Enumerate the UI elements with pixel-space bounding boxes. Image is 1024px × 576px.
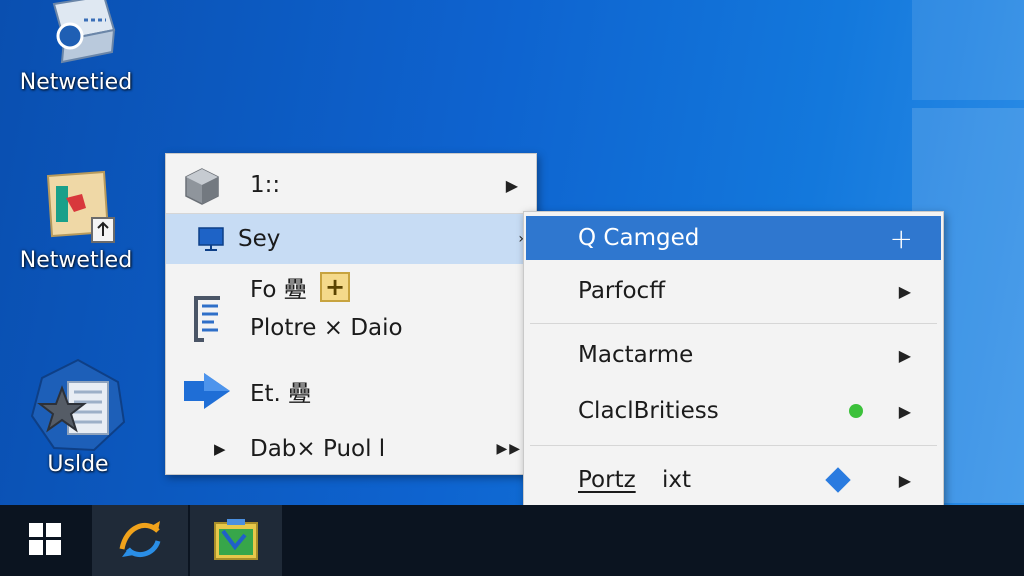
plus-badge-icon: + [320,272,350,302]
desktop-icon-label: Netwetied [19,70,133,95]
submenu-item-clacibritiess[interactable]: ClaclBritiess ▶ [524,386,943,436]
green-dot-icon [849,404,863,418]
menu-item-sey[interactable]: Sey › [166,214,536,264]
desktop-icon-document[interactable]: Netwetled [6,168,146,273]
cube-icon [182,166,222,212]
submenu-item-label: ClaclBritiess [578,398,719,424]
submenu-item-label: Parfocff [578,278,666,304]
submenu-item-label: Mactarme [578,342,694,368]
taskbar [0,505,1024,576]
wallpaper-light-pane [912,0,1024,100]
desktop-icon-label: Uslde [47,452,109,477]
submenu-arrow-icon: ▶ [898,281,911,301]
desktop-icon-network[interactable]: Netwetied [6,0,146,95]
menu-item-label: Et. 疉 [250,381,312,407]
context-menu: 1:: ▶ Sey › Fo 疉 + Plotre × Daio Et. 疉 ▶… [165,153,537,475]
menu-item-et[interactable]: Et. 疉 [166,366,536,416]
document-shortcut-icon [34,168,118,244]
caret-right-icon: ▶ [214,440,226,458]
monitor-icon [198,227,224,257]
edge-refresh-icon [116,517,164,565]
menu-item-label: 1:: [250,172,281,198]
taskbar-app-edge[interactable] [92,505,188,576]
submenu: Q Camged + Parfocff ▶ Mactarme ▶ ClaclBr… [523,211,944,521]
submenu-item-mactarme[interactable]: Mactarme ▶ [524,330,943,380]
photo-app-icon [213,517,259,565]
submenu-item-parfocff[interactable]: Parfocff ▶ [524,266,943,316]
network-folder-icon [34,0,118,66]
arrow-right-icon [182,371,232,417]
menu-item-dab[interactable]: ▶ Dab× Puol l ▶▶ [166,426,536,472]
double-arrow-icon: ▶▶ [496,441,522,457]
start-button[interactable] [0,505,90,576]
submenu-item-label: Q Camged [578,225,700,251]
submenu-arrow-icon: ▶ [898,470,911,490]
submenu-item-label: Portz [578,467,636,493]
submenu-item-label-secondary: ixt [662,467,692,493]
blue-diamond-icon [825,467,851,493]
plus-icon: + [889,221,913,255]
submenu-arrow-icon: ▶ [505,175,518,195]
submenu-item-portz[interactable]: Portz ixt ▶ [524,454,943,506]
taskbar-app-photos[interactable] [190,505,282,576]
document-lines-icon [190,294,224,352]
desktop-icon-label: Netwetled [19,248,133,273]
submenu-item-camged[interactable]: Q Camged + [526,216,941,260]
desktop-icon-uslde[interactable]: Uslde [8,358,148,477]
menu-item-label: Fo 疉 [250,277,307,303]
star-badge-icon [28,358,128,454]
menu-item-label: Plotre × Daio [250,315,403,341]
menu-separator [530,323,937,324]
menu-item-plotre[interactable]: Plotre × Daio [166,296,536,348]
submenu-arrow-icon: ▶ [898,345,911,365]
menu-item-1[interactable]: 1:: ▶ [166,158,536,212]
windows-start-icon [27,521,63,561]
submenu-arrow-icon: ▶ [898,401,911,421]
menu-item-label: Sey [238,226,281,252]
menu-item-label: Dab× Puol l [250,436,386,462]
menu-separator [530,445,937,446]
